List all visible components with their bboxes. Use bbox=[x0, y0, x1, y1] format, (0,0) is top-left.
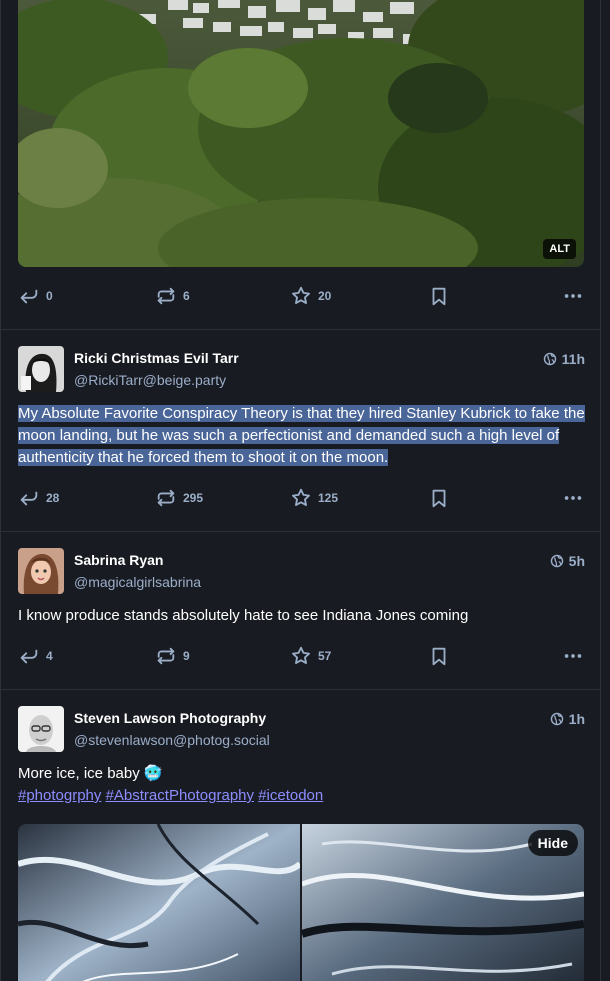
alt-text-badge[interactable]: ALT bbox=[543, 239, 576, 259]
reply-count: 0 bbox=[46, 289, 53, 303]
status-post[interactable]: Sabrina Ryan @magicalgirlsabrina 5h I kn… bbox=[1, 532, 600, 690]
boost-icon bbox=[155, 487, 177, 509]
more-icon bbox=[564, 294, 582, 298]
boost-count: 9 bbox=[183, 649, 190, 663]
display-name[interactable]: Steven Lawson Photography bbox=[74, 710, 266, 726]
star-icon bbox=[290, 285, 312, 307]
star-icon bbox=[290, 645, 312, 667]
cold-face-emoji: 🥶 bbox=[143, 765, 163, 782]
more-button[interactable] bbox=[562, 486, 584, 510]
bookmark-button[interactable] bbox=[428, 284, 450, 308]
star-icon bbox=[290, 487, 312, 509]
more-icon bbox=[564, 496, 582, 500]
timeline-column[interactable]: ALT 0 6 20 Ricki Christmas Evil Tarr @Ri… bbox=[0, 0, 601, 981]
reply-button[interactable]: 28 bbox=[18, 486, 59, 510]
display-name[interactable]: Sabrina Ryan bbox=[74, 552, 163, 568]
status-content: More ice, ice baby 🥶 #photogrphy #Abstra… bbox=[18, 763, 588, 807]
reply-count: 4 bbox=[46, 649, 53, 663]
boost-count: 6 bbox=[183, 289, 190, 303]
hashtag-link[interactable]: #photogrphy bbox=[18, 787, 101, 804]
timestamp-text: 1h bbox=[568, 711, 585, 727]
avatar[interactable] bbox=[18, 548, 64, 594]
bookmark-icon bbox=[428, 285, 450, 307]
favourite-button[interactable]: 125 bbox=[290, 486, 338, 510]
ice-photo-1[interactable] bbox=[18, 824, 303, 981]
favourite-count: 125 bbox=[318, 491, 339, 505]
reply-button[interactable]: 0 bbox=[18, 284, 53, 308]
bookmark-icon bbox=[428, 487, 450, 509]
photo-image bbox=[18, 0, 584, 267]
ice-photo-2[interactable]: Hide bbox=[300, 824, 584, 981]
avatar-image bbox=[18, 346, 64, 392]
reply-icon bbox=[18, 645, 40, 667]
account-handle[interactable]: @RickiTarr@beige.party bbox=[74, 372, 226, 388]
hashtag-link[interactable]: #AbstractPhotography bbox=[106, 787, 254, 804]
status-post[interactable]: Ricki Christmas Evil Tarr @RickiTarr@bei… bbox=[1, 330, 600, 532]
bookmark-icon bbox=[428, 645, 450, 667]
globe-icon bbox=[543, 352, 557, 366]
boost-button[interactable]: 9 bbox=[155, 644, 190, 668]
status-text: My Absolute Favorite Conspiracy Theory i… bbox=[18, 405, 585, 466]
timestamp[interactable]: 11h bbox=[543, 351, 585, 367]
status-post[interactable]: ALT 0 6 20 bbox=[1, 0, 600, 330]
avatar[interactable] bbox=[18, 706, 64, 752]
avatar-image bbox=[18, 706, 64, 752]
globe-icon bbox=[550, 712, 564, 726]
reply-count: 28 bbox=[46, 491, 60, 505]
globe-icon bbox=[550, 554, 564, 568]
reply-icon bbox=[18, 285, 40, 307]
boost-icon bbox=[155, 285, 177, 307]
timestamp[interactable]: 1h bbox=[550, 711, 585, 727]
timestamp[interactable]: 5h bbox=[550, 553, 585, 569]
landscape-photo[interactable]: ALT bbox=[18, 0, 584, 267]
status-actions: 4 9 57 bbox=[18, 644, 584, 668]
reply-button[interactable]: 4 bbox=[18, 644, 53, 668]
favourite-button[interactable]: 20 bbox=[290, 284, 331, 308]
more-button[interactable] bbox=[562, 644, 584, 668]
avatar[interactable] bbox=[18, 346, 64, 392]
boost-icon bbox=[155, 645, 177, 667]
favourite-count: 20 bbox=[318, 289, 332, 303]
more-button[interactable] bbox=[562, 284, 584, 308]
reply-icon bbox=[18, 487, 40, 509]
media-gallery[interactable]: Hide bbox=[18, 824, 584, 981]
account-handle[interactable]: @stevenlawson@photog.social bbox=[74, 732, 270, 748]
more-icon bbox=[564, 654, 582, 658]
timestamp-text: 5h bbox=[568, 553, 585, 569]
status-content: My Absolute Favorite Conspiracy Theory i… bbox=[18, 403, 588, 469]
timestamp-text: 11h bbox=[561, 351, 585, 367]
status-actions: 28 295 125 bbox=[18, 486, 584, 510]
photo-image bbox=[18, 824, 303, 981]
boost-button[interactable]: 295 bbox=[155, 486, 203, 510]
bookmark-button[interactable] bbox=[428, 644, 450, 668]
favourite-button[interactable]: 57 bbox=[290, 644, 331, 668]
display-name[interactable]: Ricki Christmas Evil Tarr bbox=[74, 350, 239, 366]
avatar-image bbox=[18, 548, 64, 594]
status-text: I know produce stands absolutely hate to… bbox=[18, 607, 469, 624]
status-actions: 0 6 20 bbox=[18, 284, 584, 308]
account-handle[interactable]: @magicalgirlsabrina bbox=[74, 574, 201, 590]
hide-media-button[interactable]: Hide bbox=[527, 830, 578, 856]
boost-count: 295 bbox=[183, 491, 204, 505]
boost-button[interactable]: 6 bbox=[155, 284, 190, 308]
hashtag-link[interactable]: #icetodon bbox=[258, 787, 323, 804]
status-post[interactable]: Steven Lawson Photography @stevenlawson@… bbox=[1, 690, 600, 981]
favourite-count: 57 bbox=[318, 649, 332, 663]
status-text: More ice, ice baby bbox=[18, 765, 140, 782]
bookmark-button[interactable] bbox=[428, 486, 450, 510]
